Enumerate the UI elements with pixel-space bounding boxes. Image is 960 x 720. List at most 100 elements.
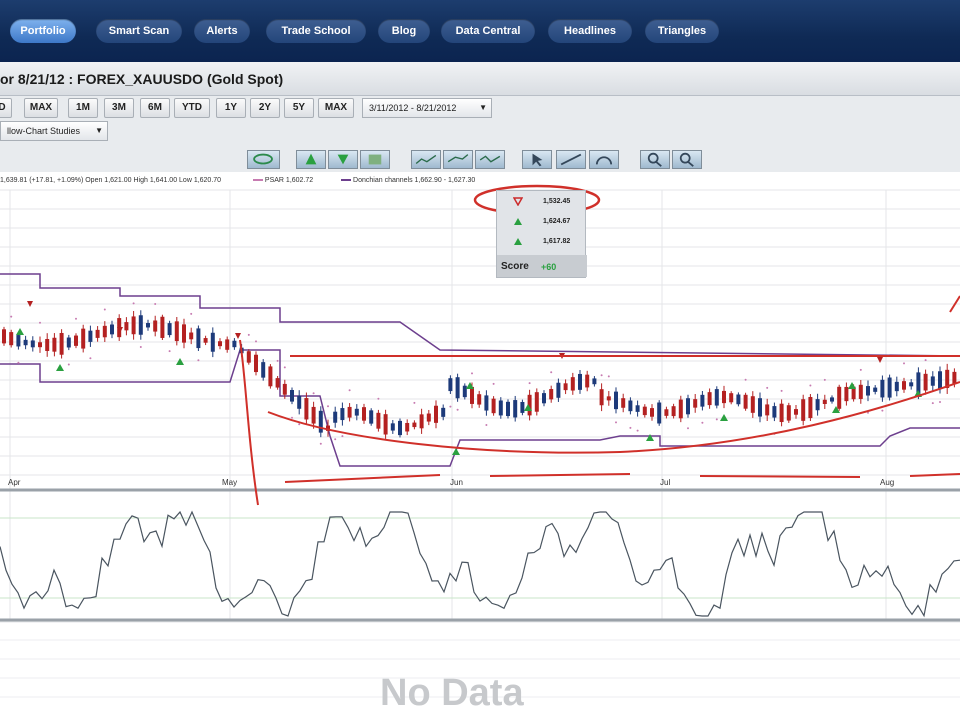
candle-body (930, 376, 935, 386)
candle-body (434, 405, 438, 423)
candle-body (110, 324, 114, 335)
candle-body (642, 406, 647, 416)
psar-dot (276, 359, 279, 362)
candle-body (95, 329, 100, 338)
candle-body (484, 395, 489, 411)
psar-dot (550, 371, 553, 374)
psar-dot (190, 312, 193, 315)
psar-dot (859, 368, 862, 371)
candle-body (938, 371, 942, 389)
candle-body (290, 390, 294, 402)
sell-signal-marker (877, 357, 883, 363)
annotation-underline (489, 473, 631, 477)
candle-body (362, 407, 366, 421)
psar-dot (247, 333, 250, 336)
candle-body (462, 385, 467, 398)
signal-value: 1,532.45 (543, 198, 571, 205)
candle-body (794, 409, 798, 415)
no-data-message: No Data (380, 672, 524, 714)
donchian-upper-line (0, 273, 960, 357)
candle-body (635, 405, 640, 412)
score-value: +60 (541, 262, 557, 272)
psar-dot (154, 303, 157, 306)
candle-body (333, 411, 338, 423)
candle-body (268, 366, 273, 387)
psar-dot (607, 375, 610, 378)
candle-body (873, 387, 878, 392)
candle-body (138, 315, 143, 335)
candle-body (650, 408, 654, 417)
psar-legend-swatch (252, 179, 263, 182)
buy-signal-marker (16, 328, 24, 335)
psar-dot (471, 372, 473, 375)
sell-signal-marker (235, 333, 241, 339)
psar-dot (291, 416, 293, 419)
psar-dot (881, 409, 884, 412)
candle-body (318, 410, 323, 433)
psar-dot (636, 429, 639, 432)
psar-dot (456, 408, 459, 411)
candle-body (477, 394, 482, 405)
psar-dot (449, 405, 452, 408)
candle-body (808, 396, 813, 419)
psar-dot (298, 423, 301, 426)
candle-body (743, 394, 748, 409)
candle-body (534, 392, 539, 412)
buy-signal-marker (56, 364, 64, 371)
candle-body (376, 412, 381, 429)
candle-body (66, 337, 71, 348)
candle-body (282, 383, 287, 395)
psar-dot (600, 374, 603, 377)
psar-dot (341, 435, 344, 438)
signal-row: 1,532.45 (497, 193, 587, 211)
candle-body (124, 322, 129, 331)
buy-triangle-icon (514, 218, 522, 225)
signal-summary-box: 1,532.45 1,624.67 1,617.82 Score +60 (496, 190, 587, 278)
candle-body (405, 422, 410, 432)
psar-dot (492, 382, 495, 385)
psar-dot (103, 308, 106, 311)
candle-body (909, 382, 914, 387)
buy-signal-marker (452, 448, 460, 455)
candle-body (556, 382, 561, 398)
candle-body (822, 399, 827, 405)
annotation-underline (909, 473, 960, 477)
candle-body (81, 328, 86, 349)
candle-body (902, 381, 906, 390)
candle-body (678, 399, 683, 419)
psar-dot (629, 426, 632, 429)
candle-body (23, 339, 28, 346)
psar-dot (413, 401, 416, 404)
psar-dot (744, 378, 747, 381)
candle-body (225, 339, 230, 350)
candle-body (880, 379, 885, 398)
candle-body (542, 393, 546, 404)
candle-body (858, 384, 863, 399)
psar-dot (168, 350, 171, 353)
score-label: Score (501, 261, 529, 272)
buy-signal-marker (848, 382, 856, 389)
candle-body (52, 337, 57, 352)
annotation-underline (284, 474, 441, 483)
candle-body (578, 373, 582, 390)
candle-body (549, 389, 554, 400)
candle-body (513, 400, 518, 418)
candle-body (628, 400, 633, 412)
candle-body (671, 406, 676, 417)
psar-dot (312, 392, 315, 395)
candle-body (167, 323, 172, 336)
candle-body (491, 398, 496, 414)
chart-legend: 1,639.81 (+17.81, +1.09%) Open 1,621.00 … (0, 177, 475, 184)
candle-body (923, 373, 928, 391)
candle-body (606, 396, 611, 401)
psar-dot (823, 378, 826, 381)
psar-dot (766, 386, 769, 389)
candle-body (570, 377, 575, 391)
candle-body (182, 324, 186, 343)
psar-dot (931, 402, 934, 405)
buy-triangle-icon (514, 238, 522, 245)
psar-dot (715, 418, 718, 421)
psar-dot (528, 382, 531, 385)
psar-dot (485, 423, 488, 426)
price-chart-svg (0, 184, 960, 698)
